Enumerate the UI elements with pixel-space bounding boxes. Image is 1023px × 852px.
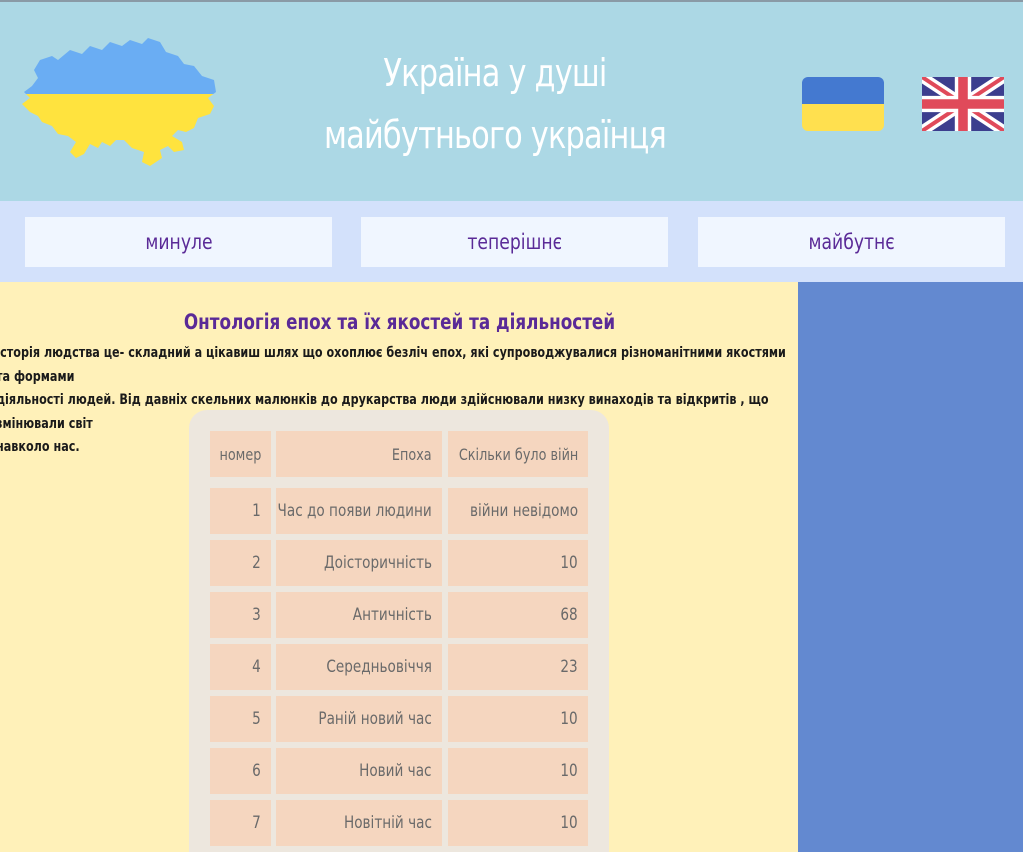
table-cell-epoch: Середньовіччя: [276, 644, 442, 690]
table-cell-number: 2: [210, 540, 271, 586]
table-cell-number: 1: [210, 488, 271, 534]
table-cell-wars: 10: [448, 800, 588, 846]
page-title: Україна у душі майбутнього українця: [299, 42, 691, 166]
table-cell-number: 4: [210, 644, 271, 690]
nav-item-past[interactable]: минуле: [25, 217, 332, 267]
paragraph-line: Історія людства це- складний а цікавиш ш…: [0, 345, 786, 385]
ukraine-map-icon: [22, 38, 216, 166]
table-header-number: номер: [210, 431, 271, 477]
nav-item-label: минуле: [144, 230, 213, 254]
nav-item-label: теперішнє: [467, 230, 562, 254]
table-cell-number: 7: [210, 800, 271, 846]
table-cell-number: 3: [210, 592, 271, 638]
table-cell-number: 5: [210, 696, 271, 742]
table-cell-wars: 10: [448, 696, 588, 742]
nav-item-present[interactable]: теперішнє: [361, 217, 668, 267]
table-cell-epoch: Доісторичність: [276, 540, 442, 586]
section-heading-text: Онтологія епох та їх якостей та діяльнос…: [183, 310, 615, 334]
table-cell-epoch: Новітній час: [276, 800, 442, 846]
nav-item-future[interactable]: майбутнє: [698, 217, 1005, 267]
flag-yellow-stripe: [802, 104, 884, 131]
table-cell-epoch: Античність: [276, 592, 442, 638]
table-cell-epoch: Час до появи людини: [276, 488, 442, 534]
table-cell-wars: 68: [448, 592, 588, 638]
nav-item-label: майбутнє: [808, 230, 895, 254]
main-content: Онтологія епох та їх якостей та діяльнос…: [0, 282, 798, 852]
table-cell-number: 6: [210, 748, 271, 794]
table-header-wars: Скільки було війн: [448, 431, 588, 477]
table-cell-epoch: Новий час: [276, 748, 442, 794]
table-cell-wars: 23: [448, 644, 588, 690]
title-line-1: Україна у душі: [383, 51, 607, 95]
sidebar-panel: [798, 282, 1023, 852]
uk-flag-icon[interactable]: [922, 77, 1004, 131]
table-cell-wars: 10: [448, 540, 588, 586]
ukraine-flag-icon[interactable]: [802, 77, 884, 131]
site-header: Україна у душі майбутнього українця: [0, 2, 1023, 201]
epochs-table: номер Епоха Скільки було війн 1 Час до п…: [189, 410, 609, 852]
main-nav: минуле теперішнє майбутнє: [0, 201, 1023, 282]
title-line-2: майбутнього українця: [324, 113, 667, 157]
section-heading: Онтологія епох та їх якостей та діяльнос…: [0, 308, 798, 336]
table-cell-wars: війни невідомо: [448, 488, 588, 534]
table-cell-epoch: Раній новий час: [276, 696, 442, 742]
table-header-epoch: Епоха: [276, 431, 442, 477]
table-cell-wars: 10: [448, 748, 588, 794]
flag-blue-stripe: [802, 77, 884, 104]
